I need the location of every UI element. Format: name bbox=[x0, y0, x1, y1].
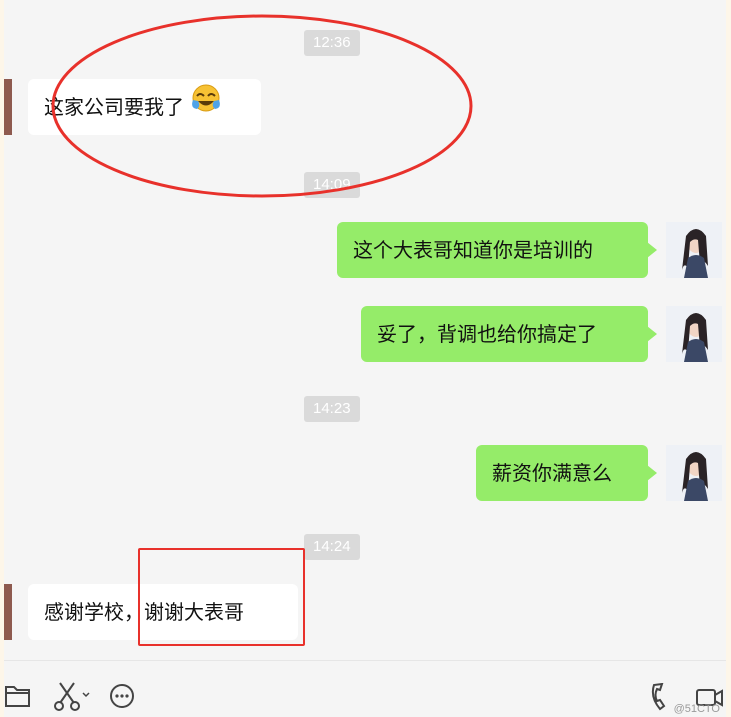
message-text: 这家公司要我了 bbox=[44, 95, 184, 119]
outgoing-message-bubble[interactable]: 这个大表哥知道你是培训的 bbox=[337, 222, 657, 278]
phone-icon[interactable] bbox=[650, 682, 670, 715]
tears-of-joy-emoji bbox=[190, 78, 224, 134]
outgoing-message-bubble[interactable]: 妥了，背调也给你搞定了 bbox=[361, 306, 657, 362]
contact-avatar[interactable] bbox=[4, 79, 12, 135]
timestamp: 12:36 bbox=[304, 30, 360, 56]
watermark: @51CTO bbox=[673, 703, 720, 715]
folder-icon[interactable] bbox=[4, 683, 32, 713]
message-text: 妥了，背调也给你搞定了 bbox=[377, 322, 597, 346]
chat-window: 12:36 14:09 14:23 14:24 这家公司要我了 这个大表哥知道你… bbox=[4, 0, 726, 717]
scissors-icon[interactable] bbox=[54, 681, 90, 715]
chat-bubble-icon[interactable] bbox=[108, 683, 138, 715]
input-toolbar: @51CTO bbox=[4, 660, 726, 717]
timestamp: 14:24 bbox=[304, 534, 360, 560]
message-text: 这个大表哥知道你是培训的 bbox=[353, 238, 593, 262]
contact-avatar[interactable] bbox=[4, 584, 12, 640]
user-avatar[interactable] bbox=[666, 306, 722, 362]
annotation-rectangle bbox=[138, 548, 305, 646]
message-text: 薪资你满意么 bbox=[492, 461, 612, 485]
user-avatar[interactable] bbox=[666, 445, 722, 501]
user-avatar[interactable] bbox=[666, 222, 722, 278]
outgoing-message-bubble[interactable]: 薪资你满意么 bbox=[476, 445, 657, 501]
incoming-message-bubble[interactable]: 这家公司要我了 bbox=[28, 79, 261, 135]
timestamp: 14:23 bbox=[304, 396, 360, 422]
timestamp: 14:09 bbox=[304, 172, 360, 198]
